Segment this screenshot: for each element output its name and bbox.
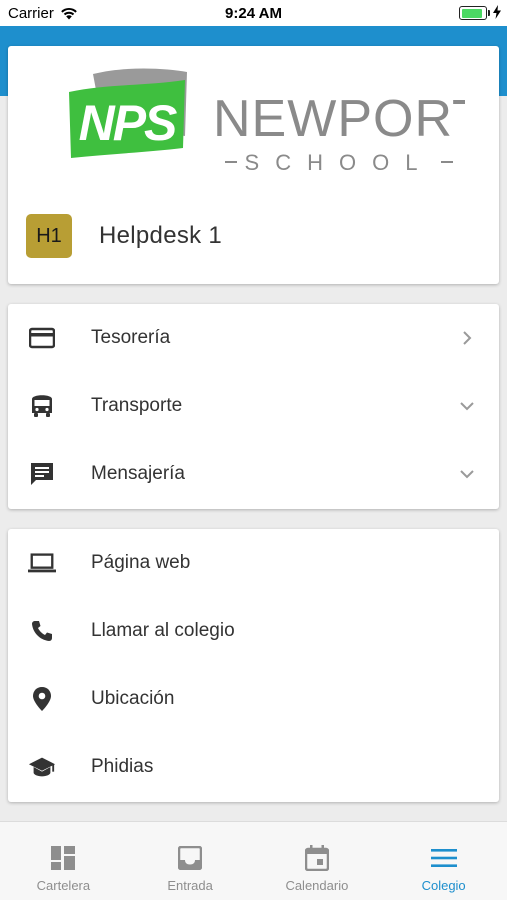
link-phidias[interactable]: Phidias bbox=[8, 733, 499, 801]
school-card: NPS NEWPORT SCHOOL H1 Helpdesk 1 bbox=[8, 46, 499, 284]
school-logo: NPS NEWPORT SCHOOL bbox=[69, 68, 465, 174]
link-llamar-colegio[interactable]: Llamar al colegio bbox=[8, 597, 499, 665]
bus-icon bbox=[28, 392, 56, 420]
menu-icon bbox=[430, 844, 458, 872]
tab-calendario[interactable]: Calendario bbox=[254, 822, 381, 900]
menu-item-mensajeria[interactable]: Mensajería bbox=[8, 440, 499, 508]
phone-icon bbox=[28, 617, 56, 645]
tab-cartelera[interactable]: Cartelera bbox=[0, 822, 127, 900]
menu-item-transporte[interactable]: Transporte bbox=[8, 372, 499, 440]
chevron-down-icon bbox=[459, 466, 475, 482]
link-label: Ubicación bbox=[91, 688, 175, 709]
user-avatar: H1 bbox=[26, 214, 72, 258]
menu-item-label: Transporte bbox=[91, 395, 183, 416]
laptop-icon bbox=[28, 549, 56, 577]
link-label: Página web bbox=[91, 552, 191, 573]
tab-entrada[interactable]: Entrada bbox=[127, 822, 254, 900]
user-row[interactable]: H1 Helpdesk 1 bbox=[26, 214, 222, 258]
logo-initials: NPS bbox=[79, 95, 177, 151]
location-pin-icon bbox=[28, 685, 56, 713]
chevron-down-icon bbox=[459, 398, 475, 414]
menu-item-tesoreria[interactable]: Tesorería bbox=[8, 304, 499, 372]
menu-card: Tesorería Transporte Mensajería bbox=[8, 304, 499, 509]
chat-icon bbox=[28, 460, 56, 488]
links-card: Página web Llamar al colegio Ubicación P… bbox=[8, 529, 499, 802]
link-label: Llamar al colegio bbox=[91, 620, 235, 641]
tab-label: Colegio bbox=[421, 878, 466, 893]
chevron-right-icon bbox=[459, 330, 475, 346]
graduation-cap-icon bbox=[28, 753, 56, 781]
link-ubicacion[interactable]: Ubicación bbox=[8, 665, 499, 733]
content: NPS NEWPORT SCHOOL H1 Helpdesk 1 Tesorer… bbox=[0, 0, 507, 820]
logo-name: NEWPORT bbox=[213, 90, 465, 148]
tab-label: Entrada bbox=[167, 878, 213, 893]
user-name: Helpdesk 1 bbox=[99, 222, 223, 249]
credit-card-icon bbox=[28, 324, 56, 352]
menu-item-label: Tesorería bbox=[91, 327, 171, 348]
inbox-icon bbox=[176, 844, 204, 872]
tab-label: Calendario bbox=[285, 878, 349, 893]
link-label: Phidias bbox=[91, 756, 154, 777]
dashboard-icon bbox=[49, 844, 77, 872]
tab-bar: Cartelera Entrada Calendario Colegio bbox=[0, 821, 507, 900]
link-pagina-web[interactable]: Página web bbox=[8, 529, 499, 597]
menu-item-label: Mensajería bbox=[91, 463, 185, 484]
calendar-icon bbox=[303, 844, 331, 872]
tab-colegio[interactable]: Colegio bbox=[380, 822, 507, 900]
logo-subtitle: SCHOOL bbox=[245, 150, 434, 174]
tab-label: Cartelera bbox=[36, 878, 91, 893]
